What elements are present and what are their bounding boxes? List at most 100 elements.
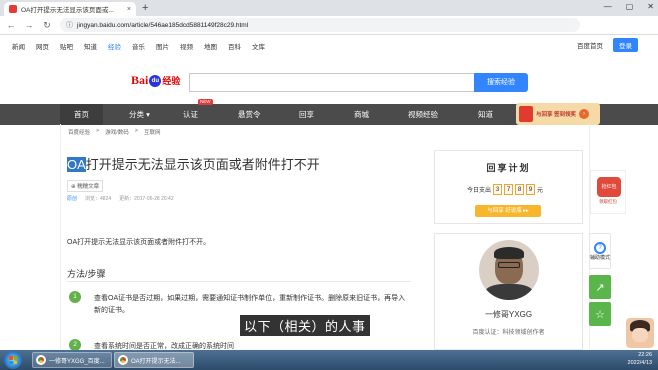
baidu-jingyan-logo[interactable]: Bai du 经验 [131,73,180,88]
author-name[interactable]: 一修哥YXGG [434,309,583,320]
baidu-favicon-icon [9,5,17,13]
login-button[interactable]: 登录 [613,38,638,52]
cat-share[interactable]: 回享 [299,104,314,125]
share-button[interactable]: ↗ [589,275,611,299]
article-tag[interactable]: ⊕ 糯糯文章 [67,180,104,192]
forward-arrow-icon[interactable]: → [24,20,34,30]
promo-text: 与回享 签到领奖 [536,112,577,118]
clock-time: 22:26 [638,352,652,358]
avatar-body [485,284,533,300]
digit-box: 9 [526,184,536,195]
share-icon: ↗ [595,281,605,294]
tab-title: OA打开提示无法显示该页面或... [21,7,114,14]
crumb-sep: > [96,128,100,134]
author-avatar[interactable] [479,240,539,300]
step-number: 1 [69,291,81,303]
taskbar-item[interactable]: OA打开提示无法... [114,352,194,368]
nav-jingyan[interactable]: 经验 [108,41,121,51]
taskbar-item-label: OA打开提示无法... [131,358,181,365]
accessibility-mode-button[interactable]: ? 辅助模式 [589,233,611,269]
title-rest[interactable]: 打开提示无法显示该页面或者附件打不开 [86,157,320,172]
digit-box: 7 [504,184,514,195]
baidu-home-link[interactable]: 百度首页 [577,40,603,50]
arrow-right-icon: › [579,109,590,119]
crumb-home[interactable]: 百度经验 [68,128,90,136]
crumb-internet[interactable]: 互联网 [144,128,161,136]
info-icon[interactable]: ⓘ [66,20,73,30]
accessibility-label: 辅助模式 [590,254,611,261]
avatar-glasses [498,262,520,268]
reload-icon[interactable]: ↻ [42,20,52,31]
plan-button[interactable]: 与回享 好说瓶 ▸▸ [475,205,541,217]
star-icon: ☆ [595,308,605,321]
promo-banner[interactable]: 与回享 签到领奖 › [516,103,600,125]
author-cert: 百度认证：科技领域创作者 [472,330,545,336]
original-badge: 原创 [67,196,78,202]
article-intro: OA打开提示无法显示该页面或者附件打不开。 [67,239,211,246]
url-bar[interactable]: ⓘ jingyan.baidu.com/article/546ae185dcd5… [60,18,580,32]
avatar-face [632,328,648,342]
nav-tieba[interactable]: 贴吧 [60,41,73,51]
new-tab-button[interactable]: + [142,2,148,14]
top-nav-right: 百度首页 登录 [577,38,638,52]
nav-music[interactable]: 音乐 [132,41,145,51]
cat-mall[interactable]: 商城 [354,104,369,125]
title-selected-text[interactable]: OA [67,157,86,172]
corner-avatar-icon[interactable] [626,318,654,348]
maximize-button[interactable]: ▢ [626,2,634,11]
cat-zhidao[interactable]: 知道 [478,104,493,125]
favorite-button[interactable]: ☆ [589,302,611,326]
nav-news[interactable]: 新闻 [12,41,25,51]
taskbar-item-label: 一修哥YXGG_百度... [49,358,105,365]
taskbar-item[interactable]: 一修哥YXGG_百度... [32,352,112,368]
close-window-button[interactable]: ✕ [647,2,654,11]
start-button[interactable] [4,351,22,369]
step-text: 查看系统时间是否正常，改成正确的系统时间 [94,343,234,350]
crumb-sep: > [134,128,138,134]
nav-zhidao[interactable]: 知道 [84,41,97,51]
view-count: 浏览：4824 [85,196,112,202]
chrome-icon [118,355,128,365]
nav-wenku[interactable]: 文库 [252,41,265,51]
red-packet-widget[interactable]: 抢红包 领取红包 [590,170,626,214]
nav-web[interactable]: 网页 [36,41,49,51]
minimize-button[interactable]: — [604,2,612,11]
nav-images[interactable]: 图片 [156,41,169,51]
plan-title: 回享计划 [486,164,531,174]
cat-certify[interactable]: 认证 [183,104,198,125]
system-clock[interactable]: 22:26 2022/4/13 [628,351,652,367]
chrome-icon [36,355,46,365]
video-caption-overlay: 以下（相关）的人事 [240,315,370,336]
today-label: 今日支出 [467,188,492,194]
windows-logo-icon [9,356,17,364]
nav-map[interactable]: 地图 [204,41,217,51]
unit-label: 元 [537,188,544,194]
section-divider [67,281,411,282]
cat-classify[interactable]: 分类 ▾ [129,104,150,125]
red-packet-label: 领取红包 [599,199,617,204]
clock-date: 2022/4/13 [627,360,652,366]
update-time: 更新：2017-06-28 20:42 [119,196,174,202]
logo-bai: Bai [131,73,149,87]
avatar-hair [494,247,524,259]
search-button[interactable]: 搜索经验 [474,73,528,92]
digit-box: 3 [493,184,503,195]
red-envelope-icon [519,106,533,122]
crumb-games-digital[interactable]: 游戏/数码 [105,128,129,136]
cat-video[interactable]: 视频经验 [408,104,438,125]
back-arrow-icon[interactable]: ← [6,20,16,30]
tab-close-icon[interactable]: × [127,6,131,13]
url-text[interactable]: jingyan.baidu.com/article/546ae185dcd588… [77,22,248,29]
browser-tab[interactable]: OA打开提示无法显示该页面或... × [4,2,136,16]
cat-bounty[interactable]: 悬赏令 [238,104,261,125]
logo-du: du [149,74,162,87]
cat-home[interactable]: 首页 [60,104,103,125]
browser-tab-strip: OA打开提示无法显示该页面或... × + — ▢ ✕ [0,0,658,16]
red-packet-icon: 抢红包 [597,177,621,197]
today-spend-row: 今日支出 3 7 8 9 元 [467,184,543,195]
baidu-top-nav: 新闻 网页 贴吧 知道 经验 音乐 图片 视频 地图 百科 文库 [0,36,658,56]
search-input[interactable] [189,73,475,92]
nav-baike[interactable]: 百科 [228,41,241,51]
breadcrumb: 百度经验 > 游戏/数码 > 互联网 [68,128,161,136]
nav-video[interactable]: 视频 [180,41,193,51]
